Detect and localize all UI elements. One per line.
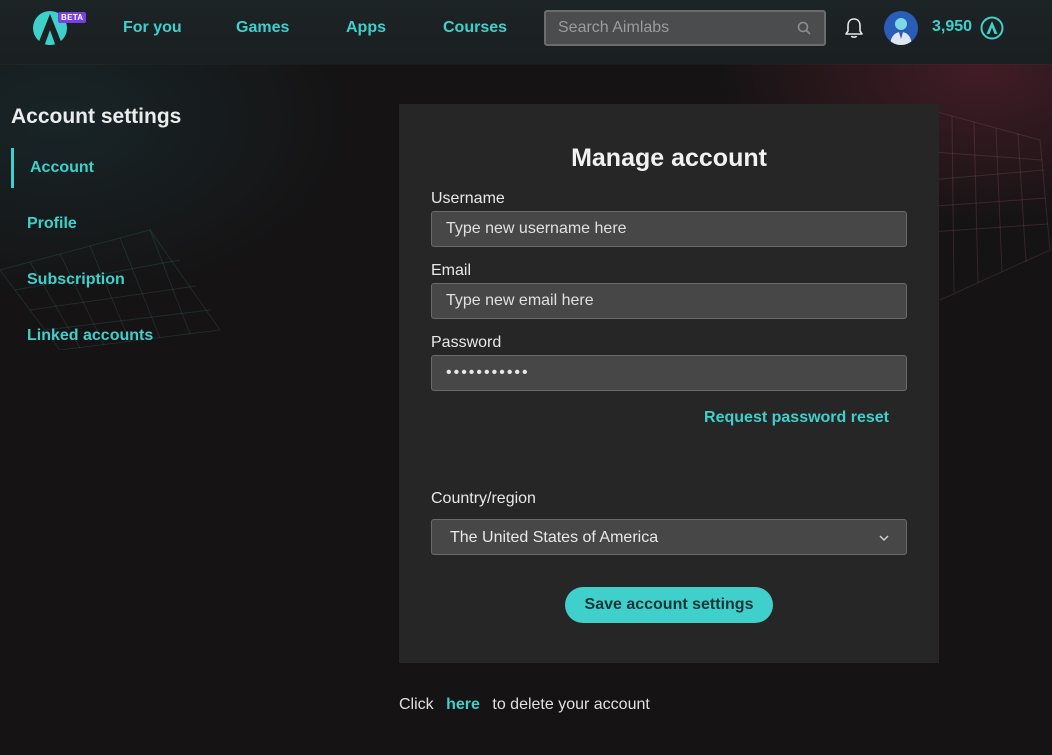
nav-courses[interactable]: Courses: [443, 19, 507, 37]
top-navigation-bar: BETA For you Games Apps Courses 3,950: [0, 0, 1052, 64]
sidebar-item-linked-accounts[interactable]: Linked accounts: [27, 327, 153, 345]
search-input[interactable]: [546, 12, 824, 44]
username-field-box: [431, 211, 907, 247]
nav-games[interactable]: Games: [236, 19, 289, 37]
active-indicator: [11, 148, 14, 188]
chevron-down-icon: [879, 535, 889, 542]
password-input[interactable]: [432, 356, 906, 390]
delete-account-line: Click here to delete your account: [399, 696, 650, 714]
avatar-person-icon: [890, 18, 912, 45]
password-field-box: [431, 355, 907, 391]
email-label: Email: [431, 262, 472, 279]
nav-for-you[interactable]: For you: [123, 19, 182, 37]
panel-title: Manage account: [571, 144, 767, 172]
sidebar-item-profile[interactable]: Profile: [27, 215, 77, 233]
delete-account-link[interactable]: here: [446, 696, 480, 713]
bell-icon[interactable]: [843, 16, 865, 40]
avatar[interactable]: [884, 11, 918, 45]
country-select[interactable]: The United States of America: [431, 519, 907, 555]
email-input[interactable]: [432, 284, 906, 318]
delete-suffix: to delete your account: [492, 696, 650, 713]
country-label: Country/region: [431, 490, 536, 507]
nav-apps[interactable]: Apps: [346, 19, 386, 37]
search-box: [544, 10, 826, 46]
points-balance: 3,950: [932, 18, 973, 35]
email-field-box: [431, 283, 907, 319]
username-input[interactable]: [432, 212, 906, 246]
sidebar-item-subscription[interactable]: Subscription: [27, 271, 125, 289]
manage-account-panel: Manage account Username Email Password R…: [399, 104, 939, 663]
delete-prefix: Click: [399, 696, 434, 713]
search-icon[interactable]: [796, 20, 812, 36]
sidebar-title: Account settings: [11, 105, 182, 128]
save-account-settings-button[interactable]: Save account settings: [565, 587, 773, 623]
password-label: Password: [431, 334, 502, 351]
beta-badge: BETA: [58, 12, 87, 23]
request-password-reset-link[interactable]: Request password reset: [704, 409, 889, 427]
username-label: Username: [431, 190, 505, 207]
country-select-value: The United States of America: [450, 529, 659, 546]
aimlabs-token-icon: [980, 16, 1004, 40]
sidebar-item-account[interactable]: Account: [30, 159, 94, 177]
